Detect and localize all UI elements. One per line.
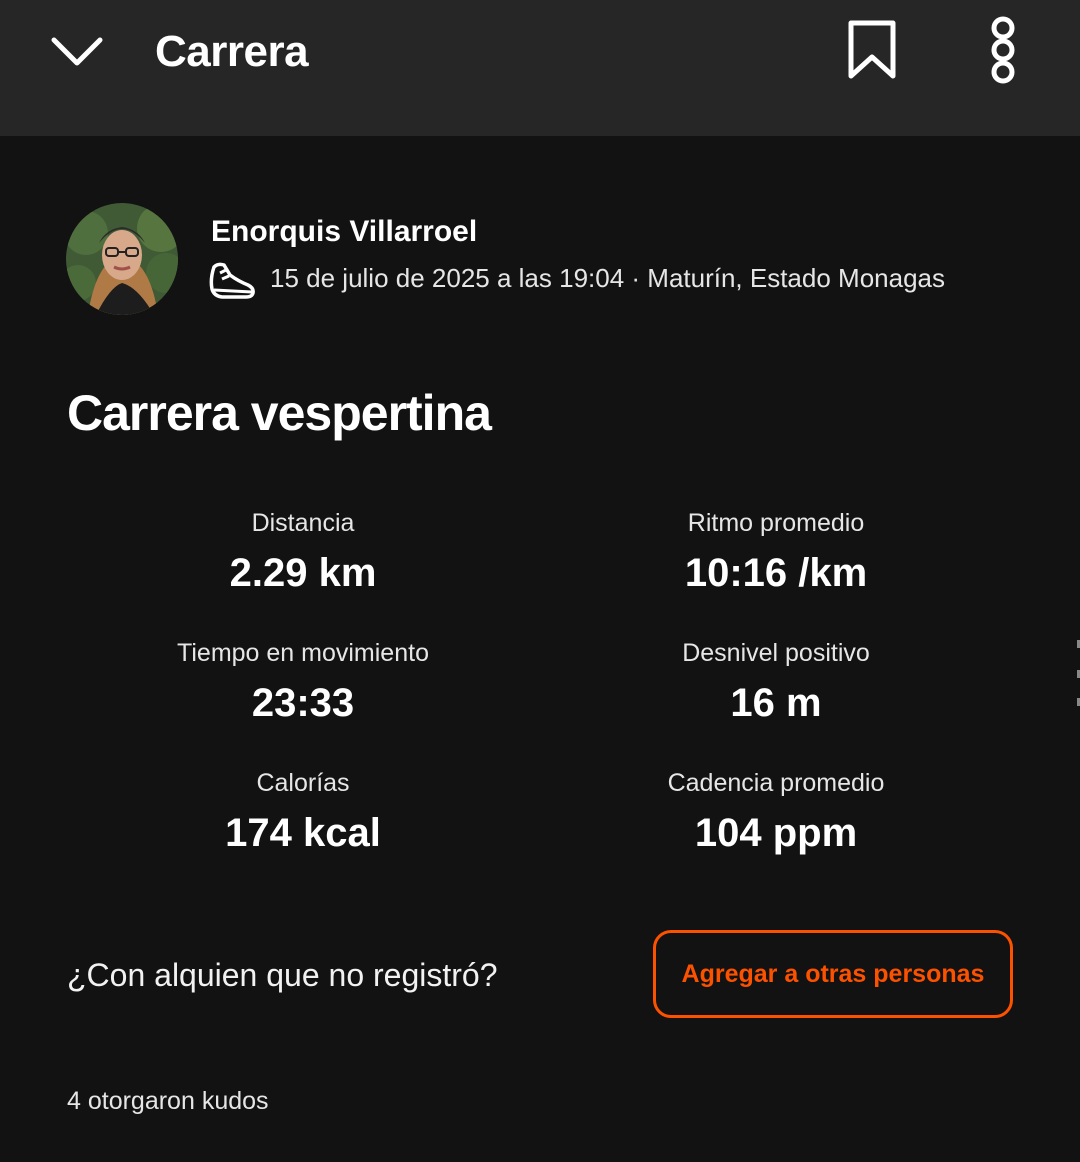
kudos-count[interactable]: 4 otorgaron kudos bbox=[67, 1085, 269, 1117]
avatar[interactable] bbox=[66, 203, 178, 315]
page-title: Carrera bbox=[155, 27, 309, 76]
stat-label: Ritmo promedio bbox=[687, 509, 865, 537]
stat-moving-time: Tiempo en movimiento 23:33 bbox=[103, 637, 503, 729]
stat-value: 10:16 /km bbox=[684, 551, 868, 595]
stat-avg-pace: Ritmo promedio 10:16 /km bbox=[576, 507, 976, 599]
stat-label: Desnivel positivo bbox=[682, 639, 870, 667]
athlete-name[interactable]: Enorquis Villarroel bbox=[211, 212, 477, 252]
stat-elevation-gain: Desnivel positivo 16 m bbox=[576, 637, 976, 729]
top-app-bar: Carrera bbox=[0, 0, 1080, 136]
stat-value: 2.29 km bbox=[229, 551, 377, 595]
add-others-button[interactable]: Agregar a otras personas bbox=[653, 930, 1013, 1018]
stat-value: 23:33 bbox=[251, 681, 355, 725]
stat-value: 104 ppm bbox=[694, 811, 858, 855]
stat-calories: Calorías 174 kcal bbox=[103, 767, 503, 859]
back-button[interactable] bbox=[40, 22, 114, 82]
stat-label: Distancia bbox=[251, 509, 355, 537]
stat-label: Tiempo en movimiento bbox=[177, 639, 429, 667]
stat-value: 174 kcal bbox=[225, 811, 381, 855]
stat-value: 16 m bbox=[730, 681, 822, 725]
more-vertical-icon bbox=[991, 16, 1015, 84]
more-options-button[interactable] bbox=[973, 10, 1033, 90]
stat-distance: Distancia 2.29 km bbox=[103, 507, 503, 599]
activity-title: Carrera vespertina bbox=[67, 385, 492, 441]
bookmark-icon bbox=[848, 20, 896, 79]
tag-others-prompt: ¿Con alquien que no registró? bbox=[67, 957, 498, 993]
stat-label: Cadencia promedio bbox=[667, 769, 885, 797]
stat-avg-cadence: Cadencia promedio 104 ppm bbox=[576, 767, 976, 859]
stat-label: Calorías bbox=[256, 769, 350, 797]
bookmark-button[interactable] bbox=[836, 12, 908, 88]
activity-date-location: 15 de julio de 2025 a las 19:04 · Maturí… bbox=[270, 263, 945, 293]
chevron-down-icon bbox=[51, 37, 103, 66]
running-shoe-icon bbox=[208, 259, 256, 303]
avatar-image bbox=[66, 203, 178, 315]
